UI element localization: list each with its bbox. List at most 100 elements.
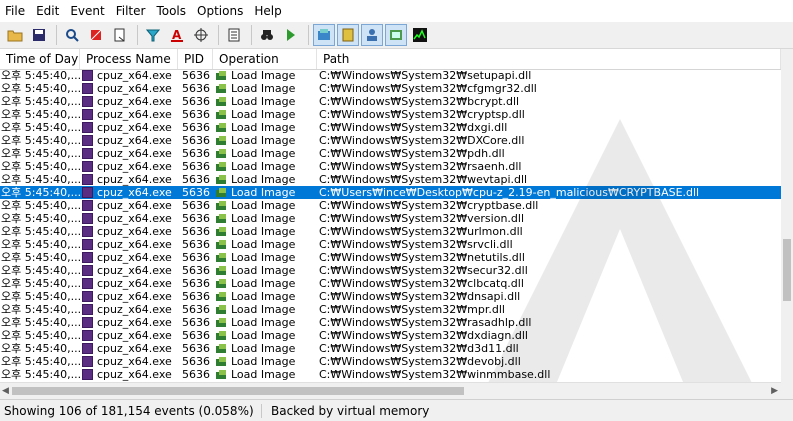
- menu-edit[interactable]: Edit: [31, 0, 65, 22]
- toolbar-separator: [137, 25, 138, 45]
- process-thread-activity-button[interactable]: [385, 24, 407, 46]
- profiling-events-button[interactable]: [409, 24, 431, 46]
- process-cell: cpuz_x64.exe: [80, 69, 178, 82]
- registry-activity-button[interactable]: [313, 24, 335, 46]
- process-name: cpuz_x64.exe: [97, 225, 172, 238]
- network-activity-button[interactable]: [361, 24, 383, 46]
- process-name: cpuz_x64.exe: [97, 316, 172, 329]
- process-tree-button[interactable]: [223, 24, 245, 46]
- pid-cell: 5636: [182, 264, 210, 277]
- filter-funnel-button[interactable]: [142, 24, 164, 46]
- table-row[interactable]: 오후 5:45:40,... cpuz_x64.exe 5636 Load Image…: [0, 212, 781, 225]
- table-row[interactable]: 오후 5:45:40,... cpuz_x64.exe 5636 Load Image…: [0, 82, 781, 95]
- process-icon: [82, 174, 93, 185]
- path-cell: C:₩Windows₩System32₩rasadhlp.dll: [319, 316, 532, 329]
- process-name: cpuz_x64.exe: [97, 238, 172, 251]
- process-icon: [82, 200, 93, 211]
- capture-button[interactable]: [85, 24, 107, 46]
- column-header-operation[interactable]: Operation: [213, 49, 317, 69]
- column-header-time-of-day[interactable]: Time of Day: [0, 49, 80, 69]
- menu-event[interactable]: Event: [65, 0, 110, 22]
- column-header-pid[interactable]: PID: [178, 49, 213, 69]
- operation-cell: Load Image: [213, 238, 317, 251]
- table-row[interactable]: 오후 5:45:40,... cpuz_x64.exe 5636 Load Image…: [0, 121, 781, 134]
- table-row[interactable]: 오후 5:45:40,... cpuz_x64.exe 5636 Load Image…: [0, 225, 781, 238]
- path-cell: C:₩Windows₩System32₩DXCore.dll: [319, 134, 525, 147]
- highlight-button[interactable]: A: [166, 24, 188, 46]
- magnifier-button[interactable]: [61, 24, 83, 46]
- operation-name: Load Image: [231, 108, 296, 121]
- scroll-right-arrow-icon[interactable]: ▶: [771, 386, 778, 396]
- time-cell: 오후 5:45:40,...: [1, 329, 80, 342]
- table-row[interactable]: 오후 5:45:40,... cpuz_x64.exe 5636 Load Image…: [0, 160, 781, 173]
- operation-name: Load Image: [231, 251, 296, 264]
- operation-name: Load Image: [231, 355, 296, 368]
- operation-cell: Load Image: [213, 82, 317, 95]
- vertical-scroll-thumb[interactable]: [783, 239, 791, 301]
- table-row[interactable]: 오후 5:45:40,... cpuz_x64.exe 5636 Load Image…: [0, 108, 781, 121]
- autoscroll-button[interactable]: [109, 24, 131, 46]
- load-image-icon: [216, 291, 227, 302]
- jump-to-icon: [284, 28, 298, 42]
- save-disk-icon: [32, 28, 46, 42]
- path-cell: C:₩Windows₩System32₩version.dll: [319, 212, 525, 225]
- operation-name: Load Image: [231, 82, 296, 95]
- table-row[interactable]: 오후 5:45:40,... cpuz_x64.exe 5636 Load Image…: [0, 147, 781, 160]
- process-name: cpuz_x64.exe: [97, 342, 172, 355]
- menu-filter[interactable]: Filter: [111, 0, 152, 22]
- operation-name: Load Image: [231, 95, 296, 108]
- table-row[interactable]: 오후 5:45:40,... cpuz_x64.exe 5636 Load Image…: [0, 316, 781, 329]
- table-row[interactable]: 오후 5:45:40,... cpuz_x64.exe 5636 Load Image…: [0, 342, 781, 355]
- menu-options[interactable]: Options: [192, 0, 249, 22]
- operation-cell: Load Image: [213, 264, 317, 277]
- time-cell: 오후 5:45:40,...: [1, 82, 80, 95]
- time-cell: 오후 5:45:40,...: [1, 264, 80, 277]
- load-image-icon: [216, 265, 227, 276]
- table-row-selected[interactable]: 오후 5:45:40,... cpuz_x64.exe 5636 Load Image…: [0, 186, 781, 199]
- open-folder-icon: [7, 28, 23, 42]
- table-row[interactable]: 오후 5:45:40,... cpuz_x64.exe 5636 Load Image…: [0, 69, 781, 82]
- process-cell: cpuz_x64.exe: [80, 264, 178, 277]
- path-cell: C:₩Users₩ince₩Desktop₩cpu-z_2.19-en_mali…: [319, 186, 700, 199]
- horizontal-scrollbar[interactable]: ◀ ▶: [0, 382, 781, 399]
- table-row[interactable]: 오후 5:45:40,... cpuz_x64.exe 5636 Load Image…: [0, 264, 781, 277]
- operation-name: Load Image: [231, 342, 296, 355]
- horizontal-scroll-thumb[interactable]: [12, 387, 464, 395]
- column-header-process-name[interactable]: Process Name: [80, 49, 178, 69]
- binoculars-find-button[interactable]: [256, 24, 278, 46]
- process-icon: [82, 83, 93, 94]
- table-row[interactable]: 오후 5:45:40,... cpuz_x64.exe 5636 Load Image…: [0, 303, 781, 316]
- process-icon: [82, 109, 93, 120]
- table-row[interactable]: 오후 5:45:40,... cpuz_x64.exe 5636 Load Image…: [0, 355, 781, 368]
- crosshair-button[interactable]: [190, 24, 212, 46]
- table-row[interactable]: 오후 5:45:40,... cpuz_x64.exe 5636 Load Image…: [0, 277, 781, 290]
- jump-to-button[interactable]: [280, 24, 302, 46]
- operation-name: Load Image: [231, 173, 296, 186]
- column-header-path[interactable]: Path: [317, 49, 781, 69]
- menu-tools[interactable]: Tools: [151, 0, 192, 22]
- open-folder-button[interactable]: [4, 24, 26, 46]
- table-row[interactable]: 오후 5:45:40,... cpuz_x64.exe 5636 Load Image…: [0, 290, 781, 303]
- process-icon: [82, 356, 93, 367]
- table-row[interactable]: 오후 5:45:40,... cpuz_x64.exe 5636 Load Image…: [0, 238, 781, 251]
- table-row[interactable]: 오후 5:45:40,... cpuz_x64.exe 5636 Load Image…: [0, 173, 781, 186]
- process-cell: cpuz_x64.exe: [80, 108, 178, 121]
- process-tree-icon: [227, 28, 241, 42]
- filesystem-activity-button[interactable]: [337, 24, 359, 46]
- menu-help[interactable]: Help: [249, 0, 287, 22]
- vertical-scrollbar[interactable]: [781, 49, 793, 382]
- table-row[interactable]: 오후 5:45:40,... cpuz_x64.exe 5636 Load Image…: [0, 199, 781, 212]
- table-row[interactable]: 오후 5:45:40,... cpuz_x64.exe 5636 Load Image…: [0, 329, 781, 342]
- operation-cell: Load Image: [213, 368, 317, 381]
- table-row[interactable]: 오후 5:45:40,... cpuz_x64.exe 5636 Load Image…: [0, 134, 781, 147]
- process-cell: cpuz_x64.exe: [80, 316, 178, 329]
- load-image-icon: [216, 70, 227, 81]
- operation-name: Load Image: [231, 212, 296, 225]
- scroll-left-arrow-icon[interactable]: ◀: [2, 386, 9, 396]
- table-row[interactable]: 오후 5:45:40,... cpuz_x64.exe 5636 Load Image…: [0, 251, 781, 264]
- save-disk-button[interactable]: [28, 24, 50, 46]
- table-row[interactable]: 오후 5:45:40,... cpuz_x64.exe 5636 Load Image…: [0, 95, 781, 108]
- menu-file[interactable]: File: [0, 0, 31, 22]
- table-row[interactable]: 오후 5:45:40,... cpuz_x64.exe 5636 Load Image…: [0, 368, 781, 381]
- path-cell: C:₩Windows₩System32₩cryptbase.dll: [319, 199, 539, 212]
